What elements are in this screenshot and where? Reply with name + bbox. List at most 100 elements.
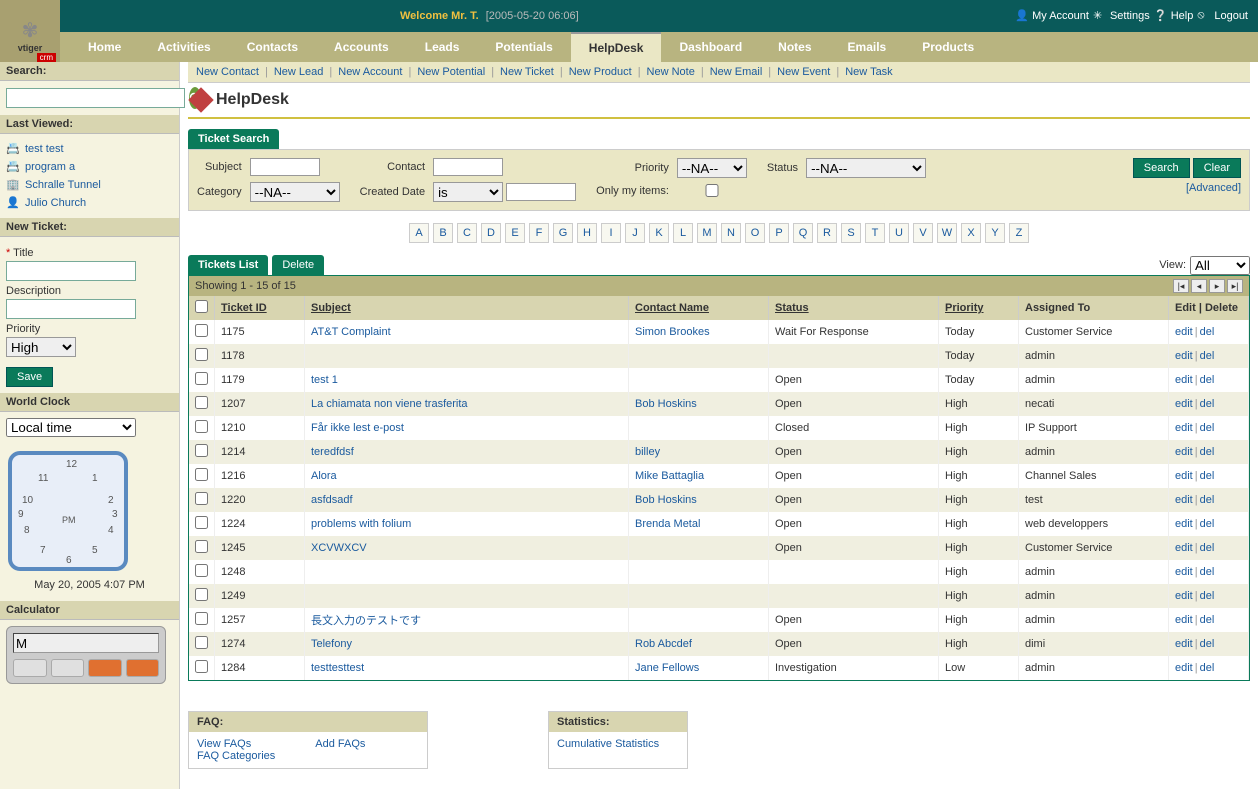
quick-new-product[interactable]: New Product [569, 66, 632, 78]
sort-priority[interactable]: Priority [945, 302, 984, 314]
alpha-R[interactable]: R [817, 223, 837, 243]
edit-link[interactable]: edit [1175, 350, 1193, 362]
alpha-N[interactable]: N [721, 223, 741, 243]
alpha-H[interactable]: H [577, 223, 597, 243]
alpha-E[interactable]: E [505, 223, 525, 243]
row-checkbox[interactable] [195, 612, 208, 625]
quick-new-note[interactable]: New Note [647, 66, 695, 78]
search-contact-input[interactable] [433, 158, 503, 176]
ticket-contact-link[interactable]: billey [635, 446, 660, 458]
row-checkbox[interactable] [195, 540, 208, 553]
quick-new-task[interactable]: New Task [845, 66, 892, 78]
del-link[interactable]: del [1200, 614, 1215, 626]
alpha-Y[interactable]: Y [985, 223, 1005, 243]
alpha-Z[interactable]: Z [1009, 223, 1029, 243]
alpha-X[interactable]: X [961, 223, 981, 243]
alpha-O[interactable]: O [745, 223, 765, 243]
sort-ticket-id[interactable]: Ticket ID [221, 302, 267, 314]
row-checkbox[interactable] [195, 324, 208, 337]
search-button[interactable]: Search [1133, 158, 1190, 178]
ticket-subject-link[interactable]: test 1 [311, 374, 338, 386]
calc-button[interactable] [88, 659, 122, 677]
ticket-contact-link[interactable]: Brenda Metal [635, 518, 700, 530]
edit-link[interactable]: edit [1175, 326, 1193, 338]
pager-next[interactable]: ▸ [1209, 279, 1225, 293]
calc-button[interactable] [51, 659, 85, 677]
sidebar-search-input[interactable] [6, 88, 185, 108]
edit-link[interactable]: edit [1175, 422, 1193, 434]
timezone-select[interactable]: Local time [6, 418, 136, 437]
search-category-select[interactable]: --NA-- [250, 182, 340, 202]
ticket-subject-link[interactable]: La chiamata non viene trasferita [311, 398, 468, 410]
ticket-contact-link[interactable]: Mike Battaglia [635, 470, 704, 482]
del-link[interactable]: del [1200, 638, 1215, 650]
nav-emails[interactable]: Emails [830, 32, 905, 62]
ticket-subject-link[interactable]: problems with folium [311, 518, 411, 530]
alpha-B[interactable]: B [433, 223, 453, 243]
alpha-D[interactable]: D [481, 223, 501, 243]
edit-link[interactable]: edit [1175, 542, 1193, 554]
quick-new-ticket[interactable]: New Ticket [500, 66, 554, 78]
help-link[interactable]: ❔Help [1154, 9, 1194, 23]
ticket-subject-link[interactable]: Telefony [311, 638, 352, 650]
alpha-J[interactable]: J [625, 223, 645, 243]
new-ticket-priority-select[interactable]: High [6, 337, 76, 357]
pager-first[interactable]: |◂ [1173, 279, 1189, 293]
edit-link[interactable]: edit [1175, 398, 1193, 410]
created-date-input[interactable] [506, 183, 576, 201]
alpha-U[interactable]: U [889, 223, 909, 243]
sort-contact[interactable]: Contact Name [635, 302, 709, 314]
row-checkbox[interactable] [195, 372, 208, 385]
nav-helpdesk[interactable]: HelpDesk [571, 32, 662, 62]
nav-leads[interactable]: Leads [407, 32, 478, 62]
clear-button[interactable]: Clear [1193, 158, 1241, 178]
only-my-items-checkbox[interactable] [677, 184, 747, 197]
ticket-contact-link[interactable]: Bob Hoskins [635, 494, 697, 506]
add-faqs-link[interactable]: Add FAQs [315, 738, 365, 750]
nav-activities[interactable]: Activities [139, 32, 228, 62]
del-link[interactable]: del [1200, 398, 1215, 410]
calc-button[interactable] [126, 659, 160, 677]
edit-link[interactable]: edit [1175, 518, 1193, 530]
alpha-I[interactable]: I [601, 223, 621, 243]
advanced-link[interactable]: [Advanced] [1133, 182, 1241, 194]
alpha-K[interactable]: K [649, 223, 669, 243]
alpha-W[interactable]: W [937, 223, 957, 243]
row-checkbox[interactable] [195, 348, 208, 361]
del-link[interactable]: del [1200, 470, 1215, 482]
del-link[interactable]: del [1200, 446, 1215, 458]
del-link[interactable]: del [1200, 566, 1215, 578]
alpha-L[interactable]: L [673, 223, 693, 243]
alpha-S[interactable]: S [841, 223, 861, 243]
nav-home[interactable]: Home [70, 32, 139, 62]
nav-notes[interactable]: Notes [760, 32, 829, 62]
alpha-C[interactable]: C [457, 223, 477, 243]
alpha-P[interactable]: P [769, 223, 789, 243]
quick-new-potential[interactable]: New Potential [417, 66, 485, 78]
calculator-display[interactable] [13, 633, 159, 653]
alpha-V[interactable]: V [913, 223, 933, 243]
nav-dashboard[interactable]: Dashboard [661, 32, 760, 62]
edit-link[interactable]: edit [1175, 638, 1193, 650]
ticket-subject-link[interactable]: testtesttest [311, 662, 364, 674]
delete-button[interactable]: Delete [272, 255, 324, 275]
alpha-A[interactable]: A [409, 223, 429, 243]
edit-link[interactable]: edit [1175, 590, 1193, 602]
pager-prev[interactable]: ◂ [1191, 279, 1207, 293]
sort-status[interactable]: Status [775, 302, 809, 314]
last-viewed-item[interactable]: 📇program a [6, 158, 173, 176]
faq-categories-link[interactable]: FAQ Categories [197, 750, 275, 762]
del-link[interactable]: del [1200, 518, 1215, 530]
alpha-M[interactable]: M [697, 223, 717, 243]
ticket-contact-link[interactable]: Rob Abcdef [635, 638, 692, 650]
ticket-subject-link[interactable]: 長文入力のテストです [311, 615, 421, 627]
del-link[interactable]: del [1200, 494, 1215, 506]
last-viewed-item[interactable]: 👤Julio Church [6, 194, 173, 212]
edit-link[interactable]: edit [1175, 566, 1193, 578]
pager-last[interactable]: ▸| [1227, 279, 1243, 293]
select-all-checkbox[interactable] [195, 300, 208, 313]
save-button[interactable]: Save [6, 367, 53, 387]
ticket-subject-link[interactable]: asfdsadf [311, 494, 353, 506]
created-date-op-select[interactable]: is [433, 182, 503, 202]
ticket-subject-link[interactable]: Får ikke lest e-post [311, 422, 404, 434]
